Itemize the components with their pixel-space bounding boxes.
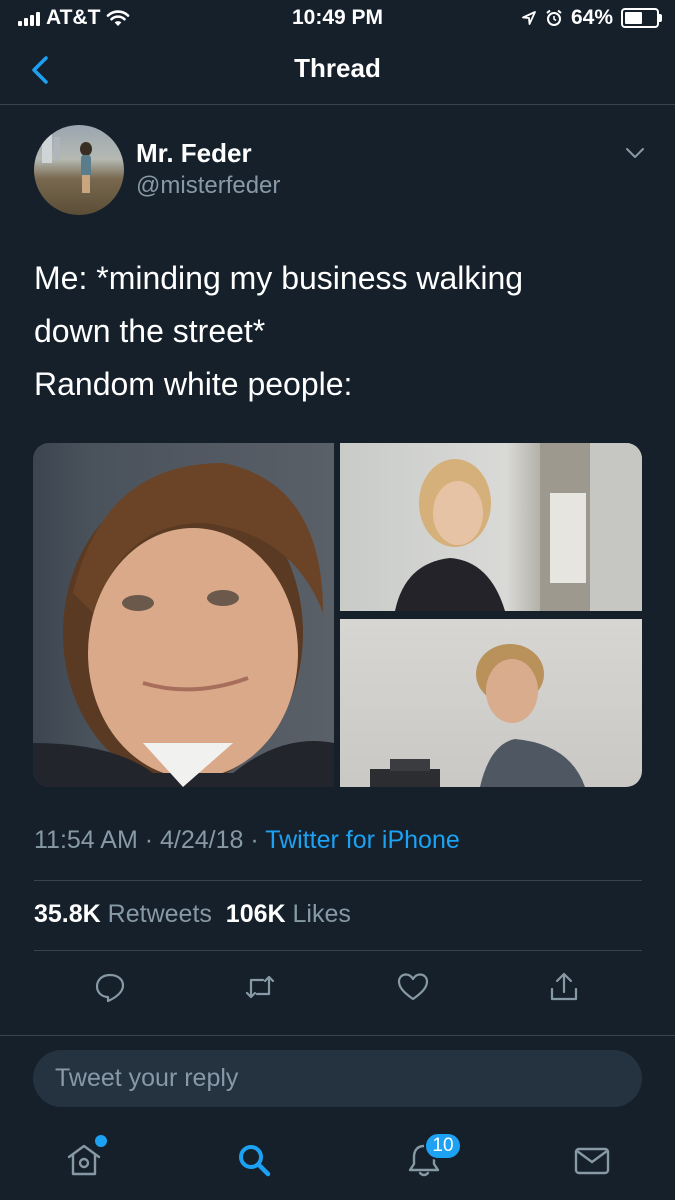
reply-input[interactable]: Tweet your reply: [33, 1050, 642, 1107]
retweets-count: 35.8K: [34, 900, 101, 928]
tweet-date: 4/24/18: [160, 826, 244, 854]
retweets-label: Retweets: [107, 900, 212, 928]
battery-percent: 64%: [570, 6, 613, 29]
meta-separator: ·: [250, 826, 259, 854]
like-icon[interactable]: [396, 970, 430, 1004]
likes-label: Likes: [292, 900, 351, 928]
author-name[interactable]: Mr. Feder: [136, 138, 252, 169]
tweet-meta: 11:54 AM · 4/24/18 · Twitter for iPhone: [34, 826, 460, 855]
reply-icon[interactable]: [93, 970, 127, 1004]
likes-stat[interactable]: 106K Likes: [226, 900, 351, 928]
alarm-icon: [546, 9, 562, 26]
retweets-stat[interactable]: 35.8K Retweets: [34, 900, 212, 928]
notifications-badge: 10: [424, 1132, 462, 1160]
status-bar: AT&T 10:49 PM 64%: [0, 0, 675, 36]
search-icon[interactable]: [234, 1140, 274, 1180]
tweet-source-link[interactable]: Twitter for iPhone: [265, 826, 460, 854]
tweet-text-line: down the street*: [34, 313, 266, 349]
author-handle[interactable]: @misterfeder: [136, 172, 280, 200]
divider: [0, 1035, 675, 1036]
new-content-dot: [93, 1133, 109, 1149]
retweet-icon[interactable]: [243, 970, 277, 1004]
page-title: Thread: [294, 53, 381, 83]
photo-boy[interactable]: [33, 443, 334, 787]
tweet-text-line: Me: *minding my business walking: [34, 260, 524, 296]
tweet-text-line: Random white people:: [34, 366, 353, 402]
media-grid: [33, 443, 642, 787]
battery-icon: [621, 8, 662, 28]
avatar-photo: [42, 133, 92, 193]
share-icon[interactable]: [547, 970, 581, 1004]
photo-woman[interactable]: [340, 443, 642, 611]
tweet-stats: 35.8K Retweets 106K Likes: [34, 900, 351, 929]
tweet-time: 11:54 AM: [34, 826, 138, 854]
nav-bar: Thread: [0, 36, 675, 105]
meta-separator: ·: [144, 826, 154, 854]
location-icon: [522, 11, 536, 25]
avatar[interactable]: [34, 125, 124, 215]
tweet-text: Me: *minding my business walking down th…: [34, 252, 644, 411]
divider: [34, 880, 642, 881]
messages-icon[interactable]: [572, 1140, 612, 1180]
chevron-down-icon[interactable]: [622, 140, 648, 166]
divider: [34, 950, 642, 951]
likes-count: 106K: [225, 900, 286, 928]
photo-man[interactable]: [340, 619, 642, 787]
status-right: 64%: [521, 6, 662, 30]
